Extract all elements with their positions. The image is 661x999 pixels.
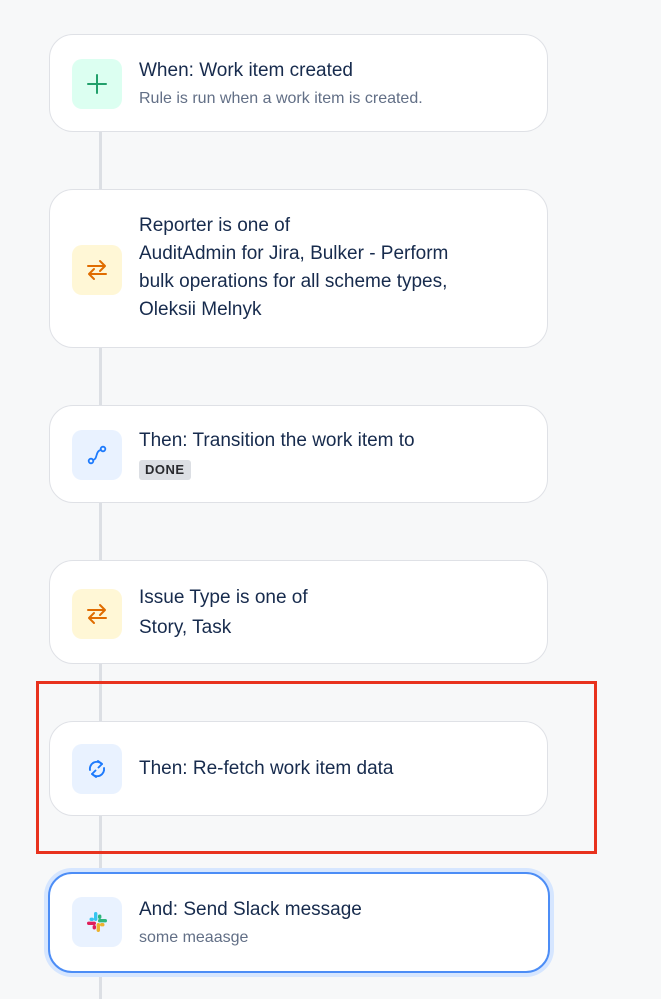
trigger-title: When: Work item created xyxy=(139,60,354,81)
condition-arrows-icon xyxy=(72,589,122,639)
refetch-title: Then: Re-fetch work item data xyxy=(139,758,394,779)
refetch-action-card[interactable]: Then: Re-fetch work item data xyxy=(49,721,548,816)
condition-line: Oleksii Melnyk xyxy=(139,299,262,320)
condition-line: Story, Task xyxy=(139,617,232,638)
refresh-icon xyxy=(72,744,122,794)
status-lozenge: DONE xyxy=(139,460,191,480)
reporter-condition-card[interactable]: Reporter is one of AuditAdmin for Jira, … xyxy=(49,189,548,348)
trigger-description: Rule is run when a work item is created. xyxy=(139,90,423,107)
condition-line: bulk operations for all scheme types, xyxy=(139,271,448,292)
issue-type-condition-card[interactable]: Issue Type is one of Story, Task xyxy=(49,560,548,664)
plus-icon xyxy=(72,59,122,109)
slack-description: some meaasge xyxy=(139,929,249,946)
slack-action-card[interactable]: And: Send Slack message some meaasge xyxy=(48,872,550,973)
condition-line: AuditAdmin for Jira, Bulker - Perform xyxy=(139,243,449,264)
reporter-condition-text: Reporter is one of AuditAdmin for Jira, … xyxy=(139,212,517,324)
condition-line: Reporter is one of xyxy=(139,215,291,236)
issue-type-condition-text: Issue Type is one of Story, Task xyxy=(139,583,517,643)
transition-action-card[interactable]: Then: Transition the work item to DONE xyxy=(49,405,548,503)
slack-icon xyxy=(72,897,122,947)
condition-arrows-icon xyxy=(72,245,122,295)
transition-icon xyxy=(72,430,122,480)
condition-line: Issue Type is one of xyxy=(139,587,308,608)
trigger-card[interactable]: When: Work item created Rule is run when… xyxy=(49,34,548,132)
slack-title: And: Send Slack message xyxy=(139,899,362,920)
transition-title: Then: Transition the work item to xyxy=(139,430,415,451)
